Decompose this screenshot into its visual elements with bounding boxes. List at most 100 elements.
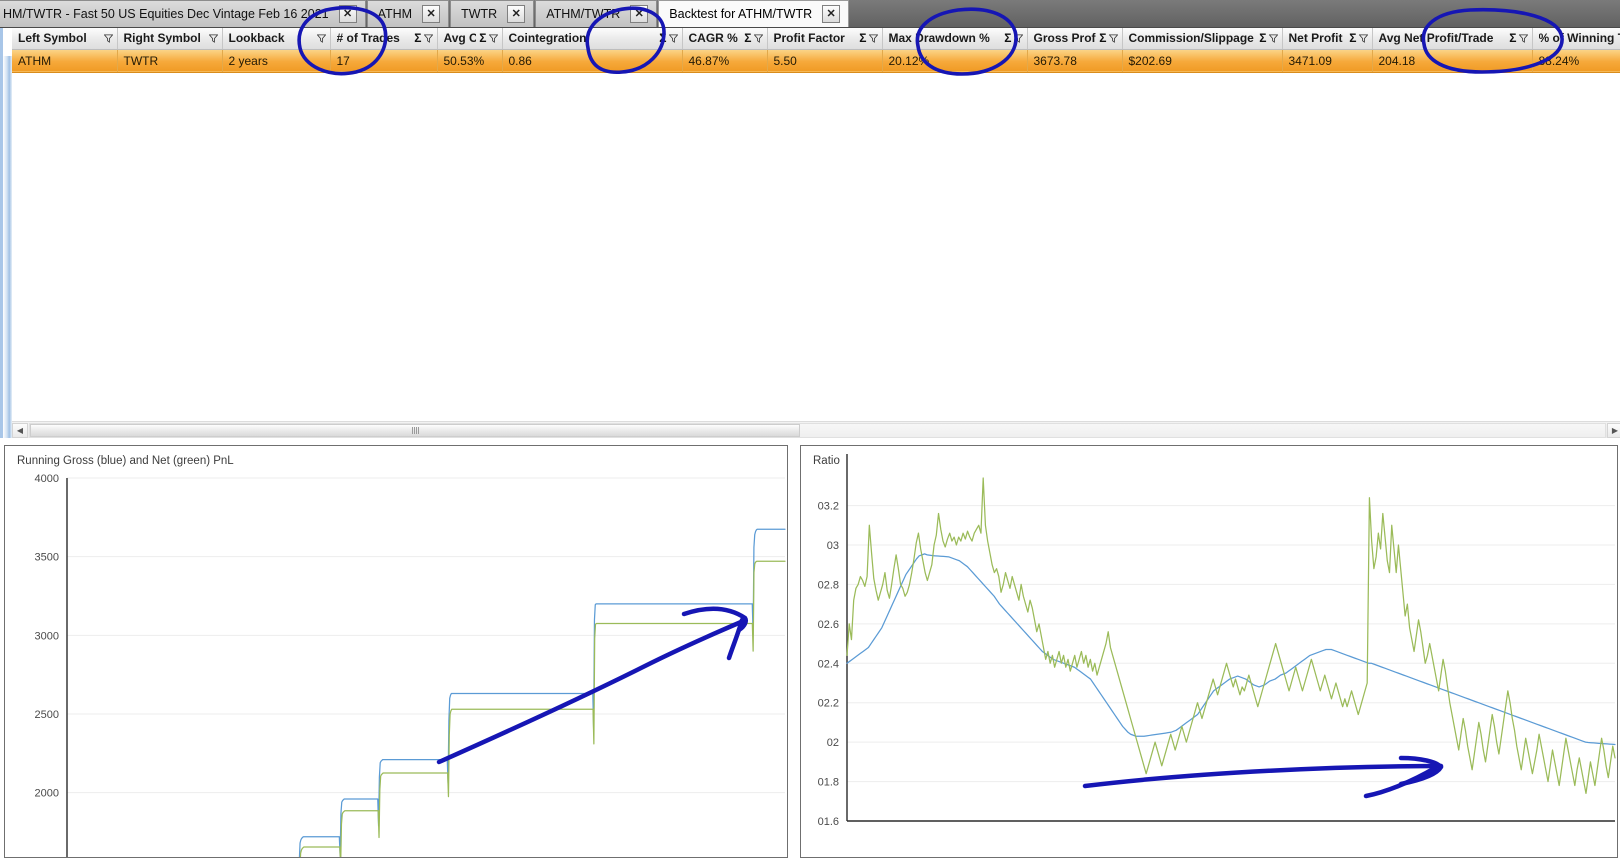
tab-close-icon[interactable]: ✕ [338,5,357,23]
table-cell-0: ATHM [12,48,118,73]
column-header-label: CAGR % [688,31,738,46]
column-header-label: Net Profit [1288,31,1343,46]
scrollbar-track[interactable] [29,422,1606,438]
sigma-icon[interactable]: Σ [1509,32,1516,44]
filter-funnel-icon[interactable] [488,34,498,43]
column-header-2[interactable]: Lookback [222,28,331,50]
tab-close-icon[interactable]: ✕ [507,5,526,23]
column-header-10[interactable]: Commission/Slippage Σ [1122,28,1283,50]
column-header-label: Commission/Slippage [1128,31,1254,46]
sigma-icon[interactable]: Σ [1259,32,1266,44]
grid-horizontal-scrollbar[interactable]: ◀ ▶ [12,421,1620,438]
column-header-6[interactable]: CAGR % Σ [682,28,768,50]
column-header-label: % of Winning Trades [1538,31,1620,46]
tab-bar: HM/TWTR - Fast 50 US Equities Dec Vintag… [0,0,1620,28]
series-line [846,553,1616,746]
column-header-label: Lookback [228,31,285,46]
tab-label: Backtest for ATHM/TWTR [669,7,813,21]
scrollbar-thumb[interactable] [30,423,800,437]
y-axis-tick-label: 02.2 [818,698,839,710]
filter-funnel-icon[interactable] [103,34,113,43]
column-header-13[interactable]: % of Winning Trades [1532,28,1620,50]
filter-funnel-icon[interactable] [1268,34,1278,43]
pnl-chart-plot: -500005001000150020002500300035004000160… [35,473,786,857]
tab-close-icon[interactable]: ✕ [630,5,649,23]
table-cell-4: 50.53% [437,48,503,73]
ratio-chart-plot: 01.6 01.8 02 02.2 02.4 02.6 02.8 03 03.2 [818,454,1616,828]
results-grid-panel: Left Symbol Right Symbol Lookback # of Trad… [0,28,1620,438]
column-header-label: Gross Profi [1033,31,1097,46]
y-axis-tick-label: 03 [827,540,839,552]
tab-close-icon[interactable]: ✕ [422,5,441,23]
column-header-label: Max Drawdown % [888,31,990,46]
tab-4[interactable]: Backtest for ATHM/TWTR ✕ [658,0,850,27]
column-header-9[interactable]: Gross Profi Σ [1027,28,1123,50]
column-header-3[interactable]: # of Trades Σ [330,28,438,50]
scroll-right-arrow[interactable]: ▶ [1607,422,1620,438]
y-axis-tick-label: 01.8 [818,777,839,789]
pnl-annotation-arrow [436,606,748,765]
series-line [298,528,786,857]
tab-label: ATHM [377,7,413,21]
table-row[interactable]: ATHM TWTR 2 years 17 50.53% 0.86 46.87% 5.50 20.… [12,48,1620,73]
column-header-11[interactable]: Net Profit Σ [1282,28,1373,50]
filter-funnel-icon[interactable] [1358,34,1368,43]
tab-label: TWTR [461,7,498,21]
y-axis-tick-label: 02.4 [818,658,839,670]
filter-funnel-icon[interactable] [668,34,678,43]
column-header-label: Right Symbol [123,31,201,46]
filter-funnel-icon[interactable] [423,34,433,43]
y-axis-tick-label: 4000 [35,473,59,485]
backtest-results-table: Left Symbol Right Symbol Lookback # of Trad… [12,28,1620,73]
sigma-icon[interactable]: Σ [414,32,421,44]
column-header-4[interactable]: Avg CΣ [437,28,503,50]
column-header-12[interactable]: Avg Net Profit/Trade Σ [1372,28,1533,50]
sigma-icon[interactable]: Σ [479,32,486,44]
column-header-0[interactable]: Left Symbol [12,28,118,50]
table-cell-1: TWTR [117,48,223,73]
y-axis-tick-label: 3000 [35,630,59,642]
column-header-5[interactable]: Cointegration Σ [502,28,683,50]
table-cell-3: 17 [330,48,438,73]
application-window: HM/TWTR - Fast 50 US Equities Dec Vintag… [0,0,1620,859]
tab-close-icon[interactable]: ✕ [822,5,841,23]
tab-1[interactable]: ATHM ✕ [366,0,450,27]
sigma-icon[interactable]: Σ [1004,32,1011,44]
table-cell-11: 3471.09 [1282,48,1373,73]
table-cell-13: 88.24% [1532,48,1620,73]
table-cell-5: 0.86 [502,48,683,73]
filter-funnel-icon[interactable] [1013,34,1023,43]
ratio-annotation-arrow [1082,755,1444,799]
tab-3[interactable]: ATHM/TWTR ✕ [535,0,658,27]
table-cell-2: 2 years [222,48,331,73]
y-axis-tick-label: 2000 [35,788,59,800]
column-header-8[interactable]: Max Drawdown % Σ [882,28,1028,50]
filter-funnel-icon[interactable] [868,34,878,43]
table-header-row: Left Symbol Right Symbol Lookback # of Trad… [12,28,1620,50]
scrollbar-grip-icon [411,426,419,434]
filter-funnel-icon[interactable] [753,34,763,43]
column-header-label: Avg Net Profit/Trade [1378,31,1494,46]
y-axis-tick-label: 3500 [35,552,59,564]
y-axis-tick-label: 02.8 [818,579,839,591]
filter-funnel-icon[interactable] [1108,34,1118,43]
sigma-icon[interactable]: Σ [659,32,666,44]
filter-funnel-icon[interactable] [1518,34,1528,43]
table-cell-9: 3673.78 [1027,48,1123,73]
tab-label: ATHM/TWTR [546,7,621,21]
tab-0[interactable]: HM/TWTR - Fast 50 US Equities Dec Vintag… [0,0,366,27]
ratio-chart-panel: Ratio 01.6 01.8 02 02.2 02.4 02.6 02.8 03 03.2 [800,445,1618,858]
table-cell-8: 20.12% [882,48,1028,73]
table-cell-6: 46.87% [682,48,768,73]
column-header-1[interactable]: Right Symbol [117,28,223,50]
sigma-icon[interactable]: Σ [1349,32,1356,44]
sigma-icon[interactable]: Σ [859,32,866,44]
sigma-icon[interactable]: Σ [1099,32,1106,44]
filter-funnel-icon[interactable] [208,34,218,43]
filter-funnel-icon[interactable] [316,34,326,43]
tab-2[interactable]: TWTR ✕ [450,0,535,27]
sigma-icon[interactable]: Σ [744,32,751,44]
scroll-left-arrow[interactable]: ◀ [12,422,28,438]
column-header-7[interactable]: Profit Factor Σ [767,28,883,50]
y-axis-tick-label: 01.6 [818,816,839,828]
